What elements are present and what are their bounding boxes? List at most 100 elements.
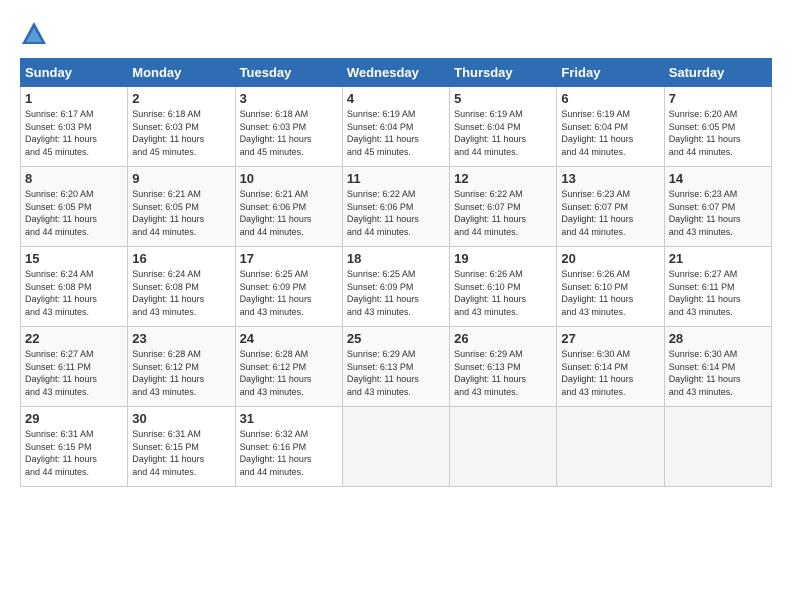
day-header-tuesday: Tuesday: [235, 59, 342, 87]
day-info: Sunrise: 6:23 AMSunset: 6:07 PMDaylight:…: [561, 188, 659, 238]
day-info: Sunrise: 6:27 AMSunset: 6:11 PMDaylight:…: [25, 348, 123, 398]
day-number: 17: [240, 251, 338, 266]
day-number: 6: [561, 91, 659, 106]
day-number: 28: [669, 331, 767, 346]
day-number: 23: [132, 331, 230, 346]
day-info: Sunrise: 6:20 AMSunset: 6:05 PMDaylight:…: [669, 108, 767, 158]
calendar-week-row: 15 Sunrise: 6:24 AMSunset: 6:08 PMDayligh…: [21, 247, 772, 327]
day-number: 8: [25, 171, 123, 186]
calendar-cell: 1 Sunrise: 6:17 AMSunset: 6:03 PMDaylight…: [21, 87, 128, 167]
day-info: Sunrise: 6:23 AMSunset: 6:07 PMDaylight:…: [669, 188, 767, 238]
calendar-cell: [557, 407, 664, 487]
day-number: 11: [347, 171, 445, 186]
calendar-week-row: 1 Sunrise: 6:17 AMSunset: 6:03 PMDaylight…: [21, 87, 772, 167]
calendar-cell: 4 Sunrise: 6:19 AMSunset: 6:04 PMDaylight…: [342, 87, 449, 167]
calendar-cell: 23 Sunrise: 6:28 AMSunset: 6:12 PMDayligh…: [128, 327, 235, 407]
calendar-table: SundayMondayTuesdayWednesdayThursdayFrid…: [20, 58, 772, 487]
day-number: 30: [132, 411, 230, 426]
day-number: 26: [454, 331, 552, 346]
day-info: Sunrise: 6:30 AMSunset: 6:14 PMDaylight:…: [561, 348, 659, 398]
calendar-cell: 14 Sunrise: 6:23 AMSunset: 6:07 PMDayligh…: [664, 167, 771, 247]
day-info: Sunrise: 6:19 AMSunset: 6:04 PMDaylight:…: [347, 108, 445, 158]
calendar-cell: [664, 407, 771, 487]
calendar-cell: 13 Sunrise: 6:23 AMSunset: 6:07 PMDayligh…: [557, 167, 664, 247]
day-info: Sunrise: 6:27 AMSunset: 6:11 PMDaylight:…: [669, 268, 767, 318]
calendar-cell: 2 Sunrise: 6:18 AMSunset: 6:03 PMDaylight…: [128, 87, 235, 167]
calendar-cell: 20 Sunrise: 6:26 AMSunset: 6:10 PMDayligh…: [557, 247, 664, 327]
day-number: 19: [454, 251, 552, 266]
day-info: Sunrise: 6:31 AMSunset: 6:15 PMDaylight:…: [132, 428, 230, 478]
day-info: Sunrise: 6:29 AMSunset: 6:13 PMDaylight:…: [347, 348, 445, 398]
day-number: 14: [669, 171, 767, 186]
day-number: 15: [25, 251, 123, 266]
day-info: Sunrise: 6:28 AMSunset: 6:12 PMDaylight:…: [132, 348, 230, 398]
day-number: 1: [25, 91, 123, 106]
day-info: Sunrise: 6:30 AMSunset: 6:14 PMDaylight:…: [669, 348, 767, 398]
day-number: 24: [240, 331, 338, 346]
calendar-cell: 6 Sunrise: 6:19 AMSunset: 6:04 PMDaylight…: [557, 87, 664, 167]
logo-icon: [20, 20, 48, 48]
day-info: Sunrise: 6:24 AMSunset: 6:08 PMDaylight:…: [25, 268, 123, 318]
day-info: Sunrise: 6:18 AMSunset: 6:03 PMDaylight:…: [240, 108, 338, 158]
day-header-thursday: Thursday: [450, 59, 557, 87]
day-info: Sunrise: 6:19 AMSunset: 6:04 PMDaylight:…: [561, 108, 659, 158]
day-number: 13: [561, 171, 659, 186]
day-number: 16: [132, 251, 230, 266]
day-number: 2: [132, 91, 230, 106]
day-header-sunday: Sunday: [21, 59, 128, 87]
calendar-cell: 5Sunrise: 6:19 AMSunset: 6:04 PMDaylight…: [450, 87, 557, 167]
day-info: Sunrise: 6:20 AMSunset: 6:05 PMDaylight:…: [25, 188, 123, 238]
calendar-cell: 31Sunrise: 6:32 AMSunset: 6:16 PMDayligh…: [235, 407, 342, 487]
day-info: Sunrise: 6:17 AMSunset: 6:03 PMDaylight:…: [25, 108, 123, 158]
day-info: Sunrise: 6:21 AMSunset: 6:05 PMDaylight:…: [132, 188, 230, 238]
calendar-cell: 22 Sunrise: 6:27 AMSunset: 6:11 PMDayligh…: [21, 327, 128, 407]
calendar-cell: 19 Sunrise: 6:26 AMSunset: 6:10 PMDayligh…: [450, 247, 557, 327]
calendar-cell: 21 Sunrise: 6:27 AMSunset: 6:11 PMDayligh…: [664, 247, 771, 327]
calendar-cell: 12 Sunrise: 6:22 AMSunset: 6:07 PMDayligh…: [450, 167, 557, 247]
day-info: Sunrise: 6:22 AMSunset: 6:06 PMDaylight:…: [347, 188, 445, 238]
calendar-cell: 17 Sunrise: 6:25 AMSunset: 6:09 PMDayligh…: [235, 247, 342, 327]
day-number: 27: [561, 331, 659, 346]
day-info: Sunrise: 6:22 AMSunset: 6:07 PMDaylight:…: [454, 188, 552, 238]
day-number: 3: [240, 91, 338, 106]
day-number: 21: [669, 251, 767, 266]
day-info: Sunrise: 6:26 AMSunset: 6:10 PMDaylight:…: [561, 268, 659, 318]
page-header: [20, 20, 772, 48]
calendar-cell: 18 Sunrise: 6:25 AMSunset: 6:09 PMDayligh…: [342, 247, 449, 327]
day-header-wednesday: Wednesday: [342, 59, 449, 87]
calendar-week-row: 29 Sunrise: 6:31 AMSunset: 6:15 PMDayligh…: [21, 407, 772, 487]
day-info: Sunrise: 6:21 AMSunset: 6:06 PMDaylight:…: [240, 188, 338, 238]
calendar-week-row: 22 Sunrise: 6:27 AMSunset: 6:11 PMDayligh…: [21, 327, 772, 407]
calendar-cell: 25 Sunrise: 6:29 AMSunset: 6:13 PMDayligh…: [342, 327, 449, 407]
day-info: Sunrise: 6:28 AMSunset: 6:12 PMDaylight:…: [240, 348, 338, 398]
day-info: Sunrise: 6:31 AMSunset: 6:15 PMDaylight:…: [25, 428, 123, 478]
day-info: Sunrise: 6:32 AMSunset: 6:16 PMDaylight:…: [240, 428, 338, 478]
day-number: 29: [25, 411, 123, 426]
day-number: 22: [25, 331, 123, 346]
calendar-cell: [450, 407, 557, 487]
calendar-cell: 16Sunrise: 6:24 AMSunset: 6:08 PMDayligh…: [128, 247, 235, 327]
day-number: 5: [454, 91, 552, 106]
day-number: 12: [454, 171, 552, 186]
day-info: Sunrise: 6:18 AMSunset: 6:03 PMDaylight:…: [132, 108, 230, 158]
calendar-cell: 27 Sunrise: 6:30 AMSunset: 6:14 PMDayligh…: [557, 327, 664, 407]
calendar-cell: 7Sunrise: 6:20 AMSunset: 6:05 PMDaylight…: [664, 87, 771, 167]
calendar-cell: 3 Sunrise: 6:18 AMSunset: 6:03 PMDaylight…: [235, 87, 342, 167]
day-info: Sunrise: 6:25 AMSunset: 6:09 PMDaylight:…: [347, 268, 445, 318]
day-header-friday: Friday: [557, 59, 664, 87]
calendar-header-row: SundayMondayTuesdayWednesdayThursdayFrid…: [21, 59, 772, 87]
day-number: 18: [347, 251, 445, 266]
calendar-cell: 15 Sunrise: 6:24 AMSunset: 6:08 PMDayligh…: [21, 247, 128, 327]
day-number: 4: [347, 91, 445, 106]
calendar-cell: 8 Sunrise: 6:20 AMSunset: 6:05 PMDaylight…: [21, 167, 128, 247]
logo: [20, 20, 52, 48]
calendar-cell: 24 Sunrise: 6:28 AMSunset: 6:12 PMDayligh…: [235, 327, 342, 407]
calendar-cell: 30 Sunrise: 6:31 AMSunset: 6:15 PMDayligh…: [128, 407, 235, 487]
day-number: 20: [561, 251, 659, 266]
day-header-monday: Monday: [128, 59, 235, 87]
day-number: 25: [347, 331, 445, 346]
day-number: 10: [240, 171, 338, 186]
day-number: 9: [132, 171, 230, 186]
day-info: Sunrise: 6:26 AMSunset: 6:10 PMDaylight:…: [454, 268, 552, 318]
day-info: Sunrise: 6:25 AMSunset: 6:09 PMDaylight:…: [240, 268, 338, 318]
